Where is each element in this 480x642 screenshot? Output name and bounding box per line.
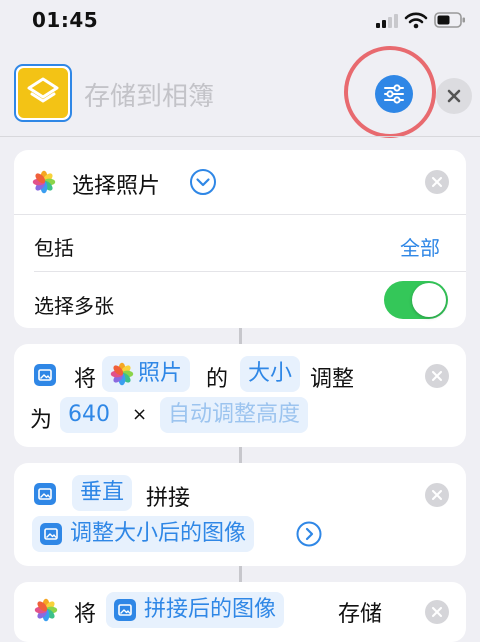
shortcuts-layers-icon (27, 77, 59, 103)
close-icon (432, 177, 442, 187)
status-time: 01:45 (32, 8, 99, 32)
close-icon (432, 490, 442, 500)
resize-word-1: 将 (74, 367, 97, 392)
size-parameter-token[interactable]: 大小 (240, 356, 301, 392)
flow-connector (239, 566, 242, 582)
image-icon (34, 364, 56, 386)
combined-image-variable-token[interactable]: 拼接后的图像 (106, 592, 285, 628)
delete-action-button[interactable] (425, 170, 449, 194)
include-value[interactable]: 全部 (400, 232, 440, 261)
toggle-knob (412, 283, 446, 317)
resized-image-variable-token[interactable]: 调整大小后的图像 (32, 516, 255, 552)
flow-connector (239, 328, 242, 344)
wifi-icon (404, 11, 428, 33)
select-multiple-toggle[interactable] (384, 281, 448, 319)
photos-variable-token[interactable]: 照片 (102, 356, 191, 392)
resize-word-3: 调整 (310, 367, 355, 392)
times-sign: × (132, 404, 148, 425)
photos-flower-icon (110, 362, 134, 386)
header-divider (0, 136, 480, 137)
sliders-icon (384, 84, 404, 104)
cellular-signal-icon (376, 14, 402, 28)
save-word-2: 存储 (338, 602, 383, 627)
photos-variable-label: 照片 (138, 361, 183, 386)
combine-word: 拼接 (146, 486, 191, 511)
combine-images-card: 垂直 拼接 调整大小后的图像 (14, 463, 466, 566)
delete-action-button[interactable] (425, 364, 449, 388)
close-icon (447, 89, 461, 103)
resized-image-variable-label: 调整大小后的图像 (70, 521, 247, 546)
select-multiple-label: 选择多张 (34, 294, 114, 318)
select-photos-title: 选择照片 (72, 174, 161, 199)
include-label: 包括 (34, 236, 74, 260)
height-placeholder-token[interactable]: 自动调整高度 (160, 397, 309, 433)
divider (14, 214, 466, 215)
close-button[interactable] (436, 78, 472, 114)
save-to-album-card: 将 拼接后的图像 存储 (14, 582, 466, 642)
delete-action-button[interactable] (425, 600, 449, 624)
width-value-token[interactable]: 640 (60, 397, 118, 433)
shortcut-title[interactable]: 存储到相簿 (84, 76, 214, 113)
combined-image-variable-label: 拼接后的图像 (144, 597, 277, 622)
settings-button[interactable] (375, 75, 413, 113)
image-icon (114, 599, 136, 621)
image-icon (34, 483, 56, 505)
divider (34, 271, 466, 272)
resize-word-2: 的 (206, 367, 229, 392)
photos-flower-icon (34, 598, 58, 626)
battery-icon (434, 12, 466, 32)
delete-action-button[interactable] (425, 483, 449, 507)
resize-image-card: 将 照片 的 大小 调整 为 640 × 自动调整高度 (14, 344, 466, 447)
save-word-1: 将 (74, 602, 97, 627)
close-icon (432, 607, 442, 617)
flow-connector (239, 447, 242, 463)
close-icon (432, 371, 442, 381)
chevron-right-icon[interactable] (296, 521, 322, 551)
photos-flower-icon (32, 170, 56, 198)
direction-parameter-token[interactable]: 垂直 (72, 475, 133, 511)
resize-word-4: 为 (30, 408, 53, 433)
chevron-down-icon[interactable] (189, 168, 217, 200)
shortcut-app-icon[interactable] (14, 64, 72, 122)
image-icon (40, 523, 62, 545)
